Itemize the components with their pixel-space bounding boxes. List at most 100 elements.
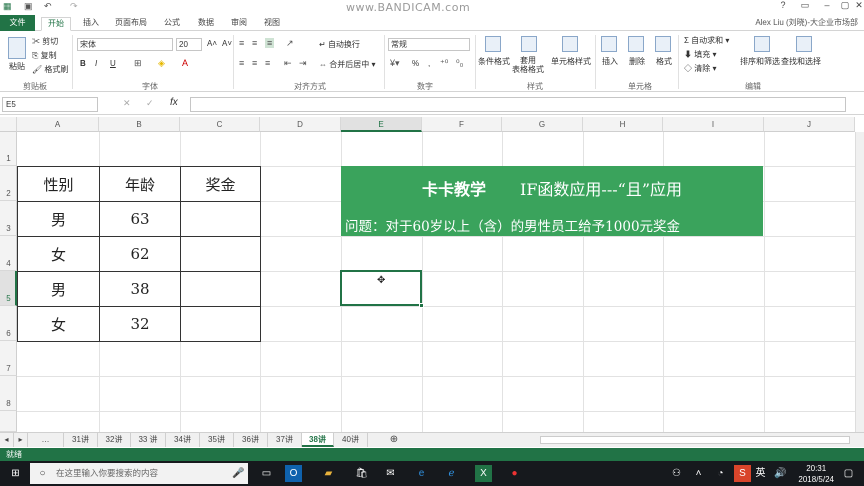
table-cell[interactable]: 32	[99, 306, 181, 342]
table-cell[interactable]: 女	[17, 236, 100, 272]
user-account[interactable]: Alex Liu (刘晓)-大企业市场部	[755, 17, 858, 28]
redo-icon[interactable]: ↷	[70, 1, 78, 12]
delete-cells-button[interactable]: 删除	[629, 56, 645, 67]
sheet-tab[interactable]: 32讲	[98, 433, 131, 447]
input-lang[interactable]: 英	[752, 465, 769, 482]
delete-cells-icon[interactable]	[628, 36, 644, 52]
align-left-icon[interactable]: ≡	[239, 58, 244, 68]
table-cell[interactable]	[180, 271, 261, 307]
row-header-8[interactable]: 8	[0, 376, 17, 411]
start-windows-icon[interactable]: ⊞	[7, 465, 24, 482]
tab-review[interactable]: 审阅	[226, 17, 252, 31]
column-header-g[interactable]: G	[502, 117, 583, 132]
align-center-icon[interactable]: ≡	[252, 58, 257, 68]
row-header-3[interactable]: 3	[0, 201, 17, 236]
tab-home[interactable]: 开始	[41, 17, 71, 31]
title-banner[interactable]: 卡卡教学 IF函数应用---“且”应用 问题：对于60岁以上（含）的男性员工给予1…	[341, 166, 763, 236]
row-header-6[interactable]: 6	[0, 306, 17, 341]
align-top-icon[interactable]: ≡	[239, 38, 244, 48]
table-cell[interactable]	[180, 201, 261, 237]
format-cells-icon[interactable]	[655, 36, 671, 52]
help-icon[interactable]: ?	[772, 0, 794, 14]
file-explorer-icon[interactable]: ▰	[320, 465, 337, 482]
italic-button[interactable]: I	[95, 59, 97, 68]
sheet-tab[interactable]: 40讲	[334, 433, 368, 447]
indent-icon[interactable]: ⇤	[284, 58, 292, 69]
row-header-9[interactable]	[0, 411, 17, 432]
tab-insert[interactable]: 插入	[78, 17, 104, 31]
find-select-icon[interactable]	[796, 36, 812, 52]
tab-formulas[interactable]: 公式	[159, 17, 185, 31]
next-sheet-icon[interactable]: ▸	[14, 433, 28, 447]
sogou-ime-icon[interactable]: S	[734, 465, 751, 482]
undo-icon[interactable]: ↶	[44, 1, 52, 12]
increase-decimal-icon[interactable]: ⁺⁰	[440, 58, 448, 69]
align-bottom-icon[interactable]: ≡	[265, 38, 275, 48]
select-all-corner[interactable]	[0, 117, 17, 132]
column-header-d[interactable]: D	[260, 117, 341, 132]
sheet-tab[interactable]: 35讲	[200, 433, 234, 447]
column-header-f[interactable]: F	[422, 117, 502, 132]
tab-file[interactable]: 文件	[0, 15, 35, 31]
row-header-4[interactable]: 4	[0, 236, 17, 271]
currency-icon[interactable]: ¥▾	[390, 58, 400, 69]
tray-overflow-icon[interactable]: ˄	[690, 465, 707, 482]
row-header-5[interactable]: 5	[0, 271, 17, 306]
cell-styles-button[interactable]: 单元格样式	[551, 56, 591, 67]
outdent-icon[interactable]: ⇥	[299, 58, 307, 69]
sheet-tab[interactable]: 37讲	[268, 433, 302, 447]
sort-filter-button[interactable]: 排序和筛选	[740, 56, 780, 67]
header-cell-gender[interactable]: 性别	[17, 166, 100, 202]
table-cell[interactable]	[180, 306, 261, 342]
header-cell-age[interactable]: 年龄	[99, 166, 181, 202]
grow-font-icon[interactable]: A˄	[207, 39, 217, 48]
format-as-table-icon[interactable]	[521, 36, 537, 52]
orientation-icon[interactable]: ↗	[286, 38, 294, 49]
autosum-button[interactable]: Σ 自动求和 ▾	[684, 35, 729, 46]
sheet-tab[interactable]: 36讲	[234, 433, 268, 447]
horizontal-scrollbar[interactable]	[540, 436, 850, 444]
insert-cells-button[interactable]: 插入	[602, 56, 618, 67]
worksheet-grid[interactable]: A B C D E F G H I J 1 2 3 4 5 6 7 8 性别 年…	[0, 117, 864, 432]
cut-button[interactable]: ✂ 剪切	[32, 36, 58, 47]
sheet-tab[interactable]: 33 讲	[131, 433, 166, 447]
tab-data[interactable]: 数据	[193, 17, 219, 31]
table-cell[interactable]	[180, 236, 261, 272]
column-header-i[interactable]: I	[663, 117, 764, 132]
shrink-font-icon[interactable]: A˅	[222, 39, 232, 48]
fill-button[interactable]: ⬇ 填充 ▾	[684, 49, 716, 60]
merge-center-button[interactable]: ⇔ 合并后居中 ▾	[319, 59, 375, 70]
table-cell[interactable]: 63	[99, 201, 181, 237]
clear-button[interactable]: ◇ 清除 ▾	[684, 63, 716, 74]
people-icon[interactable]: ⚇	[668, 465, 685, 482]
excel-taskbar-icon[interactable]: X	[475, 465, 492, 482]
close-button[interactable]: ✕	[848, 0, 864, 14]
percent-button[interactable]: %	[412, 59, 419, 68]
column-header-b[interactable]: B	[99, 117, 180, 132]
column-header-a[interactable]: A	[17, 117, 99, 132]
tab-page-layout[interactable]: 页面布局	[110, 17, 152, 31]
paste-button-label[interactable]: 粘贴	[9, 61, 25, 72]
header-cell-bonus[interactable]: 奖金	[180, 166, 261, 202]
store-icon[interactable]: 🛍	[353, 465, 370, 482]
font-color-icon[interactable]: A	[182, 58, 188, 68]
wrap-text-button[interactable]: ↵ 自动换行	[319, 39, 360, 50]
sheet-scroll-more-icon[interactable]: …	[28, 433, 64, 447]
table-cell[interactable]: 男	[17, 201, 100, 237]
borders-icon[interactable]: ⊞	[134, 58, 142, 69]
row-header-1[interactable]: 1	[0, 132, 17, 166]
network-icon[interactable]: ◔	[712, 465, 729, 482]
format-cells-button[interactable]: 格式	[656, 56, 672, 67]
add-sheet-icon[interactable]: ⊕	[386, 433, 402, 447]
conditional-formatting-icon[interactable]	[485, 36, 501, 52]
name-box[interactable]: E5	[2, 97, 98, 112]
underline-button[interactable]: U	[110, 59, 116, 68]
outlook-icon[interactable]: O	[285, 465, 302, 482]
fill-color-icon[interactable]: ◈	[158, 58, 165, 69]
notifications-icon[interactable]: ▢	[840, 465, 857, 482]
row-header-7[interactable]: 7	[0, 341, 17, 376]
cancel-entry-icon[interactable]: ✕	[123, 98, 131, 109]
row-header-2[interactable]: 2	[0, 166, 17, 201]
taskbar-search-input[interactable]: 在这里输入你要搜索的内容	[30, 463, 248, 484]
conditional-formatting-button[interactable]: 条件格式	[478, 56, 510, 67]
